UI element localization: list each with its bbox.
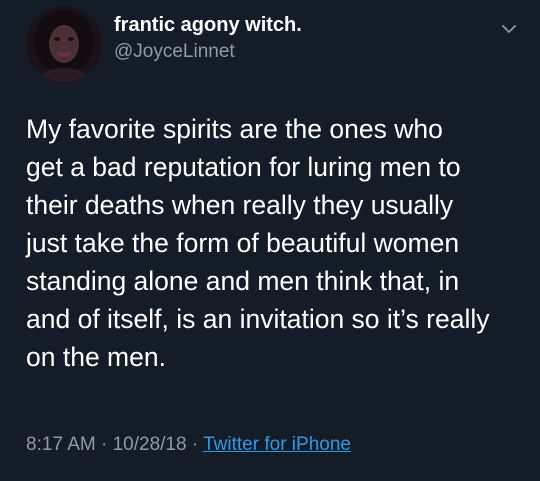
tweet-text-line: just take the form of beautiful women bbox=[26, 228, 460, 258]
avatar[interactable] bbox=[26, 6, 102, 82]
tweet-text-line: their deaths when really they usually bbox=[26, 190, 454, 220]
tweet-source-link[interactable]: Twitter for iPhone bbox=[203, 434, 351, 455]
tweet-text-line: standing alone and men think that, in bbox=[26, 266, 460, 296]
tweet-date: 10/28/18 bbox=[112, 434, 187, 455]
tweet-meta: 8:17 AM · 10/28/18 · Twitter for iPhone bbox=[26, 434, 351, 456]
tweet-card: frantic agony witch. @JoyceLinnet My fav… bbox=[0, 0, 540, 481]
author-display-name[interactable]: frantic agony witch. bbox=[114, 14, 302, 37]
author-handle[interactable]: @JoyceLinnet bbox=[114, 41, 235, 63]
tweet-text: My favorite spirits are the ones who get… bbox=[26, 110, 526, 376]
meta-separator: · bbox=[95, 434, 113, 455]
tweet-text-line: on the men. bbox=[26, 342, 166, 372]
tweet-text-line: and of itself, is an invitation so it’s … bbox=[26, 304, 490, 334]
tweet-time: 8:17 AM bbox=[26, 434, 96, 455]
tweet-text-line: My favorite spirits are the ones who bbox=[26, 114, 443, 144]
avatar-image bbox=[26, 6, 102, 82]
meta-separator: · bbox=[186, 434, 204, 455]
chevron-down-icon[interactable] bbox=[500, 20, 518, 38]
tweet-text-line: get a bad reputation for luring men to bbox=[26, 152, 461, 182]
